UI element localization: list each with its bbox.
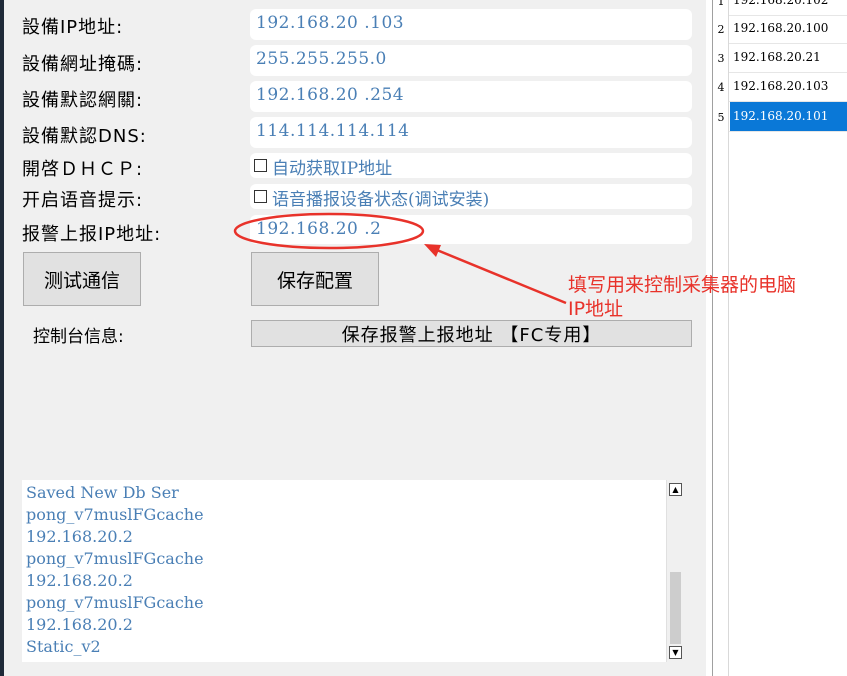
save-alarm-addr-button[interactable]: 保存报警上报地址 【FC专用】 xyxy=(251,320,692,347)
console-line: pong_v7muslFGcache xyxy=(26,549,204,568)
device-list-ip: 192.168.20.103 xyxy=(733,79,829,93)
scroll-thumb[interactable] xyxy=(670,572,681,644)
voice-label: 开启语音提示: xyxy=(22,190,144,211)
dns-field[interactable]: 114.114.114.114 xyxy=(250,117,692,148)
console-line: Static_v2 xyxy=(26,637,101,656)
console-log[interactable]: Saved New Db Ser pong_v7muslFGcache 192.16… xyxy=(22,480,684,662)
console-line: pong_v7muslFGcache xyxy=(26,593,204,612)
scroll-up-icon[interactable]: ▲ xyxy=(669,483,682,496)
console-line: Saved New Db Ser xyxy=(26,483,179,502)
save-config-button[interactable]: 保存配置 xyxy=(251,252,379,306)
device-list-ip: 192.168.20.101 xyxy=(733,109,829,123)
alarm-ip-label: 报警上报IP地址: xyxy=(22,224,162,245)
device-list-ip: 192.168.20.102 xyxy=(733,0,829,7)
gateway-field[interactable]: 192.168.20 .254 xyxy=(250,81,692,112)
dns-value: 114.114.114.114 xyxy=(256,121,410,141)
dhcp-label: 開啓ＤＨＣＰ: xyxy=(22,159,144,180)
voice-checkbox[interactable] xyxy=(254,190,267,203)
voice-checkbox-label[interactable]: 语音播报设备状态(调试安装) xyxy=(272,185,489,210)
device-list[interactable]: 1 192.168.20.102 2 192.168.20.100 3 192.168.2… xyxy=(712,0,847,676)
dns-label: 設備默認DNS: xyxy=(22,126,147,147)
device-list-item[interactable]: 4 192.168.20.103 xyxy=(713,72,847,102)
device-list-ip: 192.168.20.21 xyxy=(733,50,821,64)
gateway-value: 192.168.20 .254 xyxy=(256,85,405,105)
console-scrollbar[interactable]: ▲ ▼ xyxy=(666,480,684,662)
console-line: 192.168.20.2 xyxy=(26,527,133,546)
gateway-label: 設備默認網關: xyxy=(22,90,144,111)
voice-row: 语音播报设备状态(调试安装) xyxy=(250,184,692,210)
test-comm-button[interactable]: 测试通信 xyxy=(23,252,141,306)
device-list-number: 2 xyxy=(717,23,725,36)
console-line: pong_v7muslFGcache xyxy=(26,505,204,524)
scroll-down-icon[interactable]: ▼ xyxy=(669,646,682,659)
dhcp-checkbox-label[interactable]: 自动获取IP地址 xyxy=(272,154,392,179)
row-divider xyxy=(729,131,847,132)
annotation-text: 填写用来控制采集器的电脑 IP地址 xyxy=(568,273,796,321)
dhcp-checkbox[interactable] xyxy=(254,159,267,172)
device-list-item[interactable]: 2 192.168.20.100 xyxy=(713,14,847,44)
device-list-ip: 192.168.20.100 xyxy=(733,21,829,35)
console-line: 192.168.20.2 xyxy=(26,615,133,634)
alarm-ip-field[interactable]: 192.168.20 .2 xyxy=(250,215,692,244)
console-lines: Saved New Db Ser pong_v7muslFGcache 192.16… xyxy=(26,482,664,658)
subnet-mask-field[interactable]: 255.255.255.0 xyxy=(250,45,692,76)
device-list-number: 5 xyxy=(717,111,725,124)
app-window: 設備IP地址: 192.168.20 .103 設備網址掩碼: 255.255.… xyxy=(0,0,847,676)
subnet-mask-value: 255.255.255.0 xyxy=(256,49,387,69)
device-ip-field[interactable]: 192.168.20 .103 xyxy=(250,9,692,40)
console-line: 192.168.20.2 xyxy=(26,571,133,590)
device-list-number: 4 xyxy=(717,81,725,94)
annotation-line2: IP地址 xyxy=(568,298,624,320)
annotation-line1: 填写用来控制采集器的电脑 xyxy=(568,274,797,296)
device-list-number: 1 xyxy=(717,0,725,8)
device-ip-value: 192.168.20 .103 xyxy=(256,13,405,33)
device-list-item[interactable]: 5 192.168.20.101 xyxy=(713,102,847,132)
subnet-mask-label: 設備網址掩碼: xyxy=(22,54,144,75)
device-ip-label: 設備IP地址: xyxy=(22,17,124,38)
device-list-number: 3 xyxy=(717,52,725,65)
alarm-ip-value: 192.168.20 .2 xyxy=(256,219,382,239)
device-list-item[interactable]: 3 192.168.20.21 xyxy=(713,43,847,73)
dhcp-row: 自动获取IP地址 xyxy=(250,153,692,179)
console-label: 控制台信息: xyxy=(33,327,124,347)
